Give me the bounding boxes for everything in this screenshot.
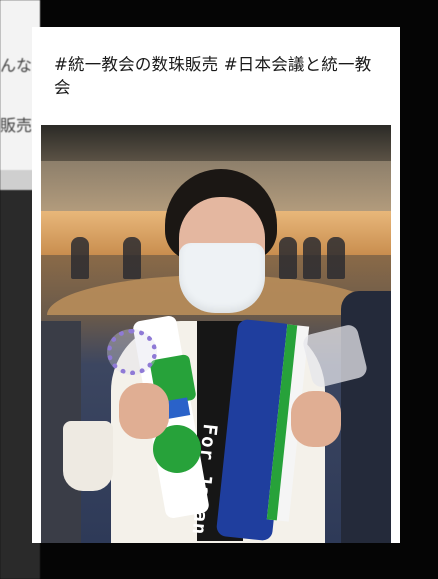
face-mask (179, 243, 265, 313)
bead-bracelet (107, 329, 157, 375)
background-person (303, 237, 321, 279)
background-person (279, 237, 297, 279)
background-text-1: んな (0, 56, 33, 75)
background-person (327, 237, 345, 279)
right-hand (291, 391, 341, 447)
post-title-cut-text (54, 109, 154, 115)
tote-bag (63, 421, 113, 491)
background-person (71, 237, 89, 279)
post-card: #統一教会の数珠販売 #日本会議と統一教会 For Japan (32, 27, 400, 543)
background-text-2: 販売 (0, 116, 33, 135)
screenshot-viewer: んな 販売 #統一教会の数珠販売 #日本会議と統一教会 For Japan (0, 0, 438, 579)
post-title: #統一教会の数珠販売 #日本会議と統一教会 (54, 55, 372, 97)
post-title-cut-line (54, 109, 154, 115)
post-photo[interactable]: For Japan (41, 125, 391, 543)
background-person (123, 237, 141, 279)
left-hand (119, 383, 169, 439)
photo-ceiling (41, 125, 391, 161)
